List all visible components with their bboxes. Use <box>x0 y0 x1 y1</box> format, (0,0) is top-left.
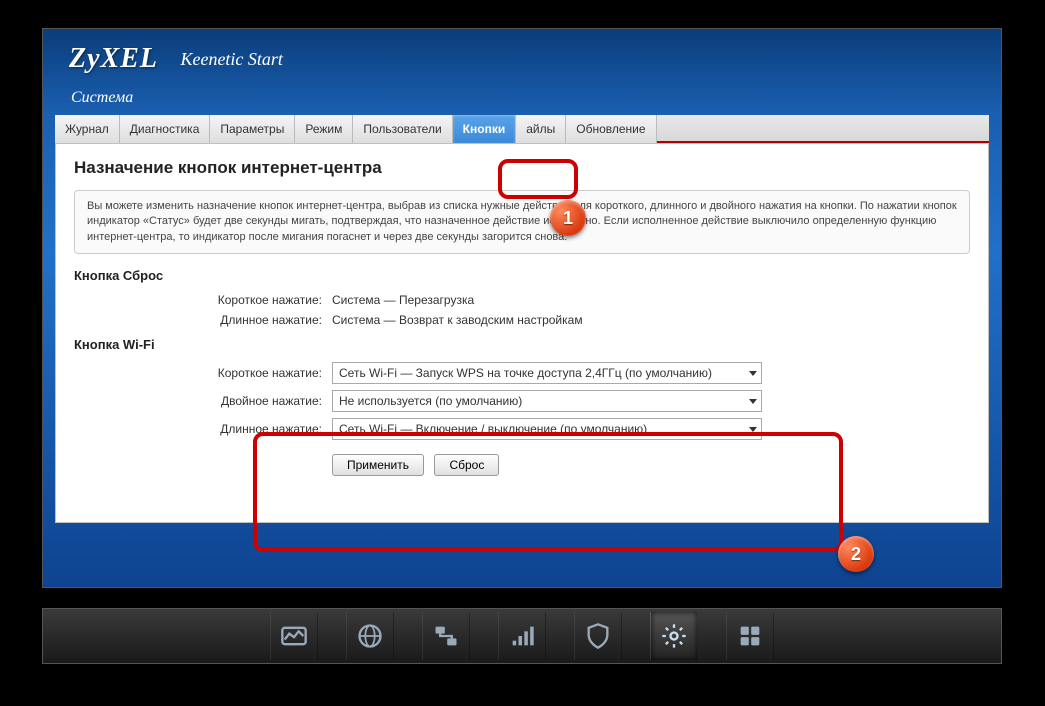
tab-diagnostics[interactable]: Диагностика <box>120 115 211 143</box>
tab-buttons[interactable]: Кнопки <box>453 115 517 143</box>
info-box: Вы можете изменить назначение кнопок инт… <box>74 190 970 254</box>
reset-section-heading: Кнопка Сброс <box>74 268 970 283</box>
wifi-short-value: Сеть Wi-Fi — Запуск WPS на точке доступа… <box>339 366 712 380</box>
reset-button[interactable]: Сброс <box>434 454 499 476</box>
nav-network-icon[interactable] <box>422 612 470 660</box>
model-name: Keenetic Start <box>180 49 282 70</box>
wifi-long-value: Сеть Wi-Fi — Включение / выключение (по … <box>339 422 647 436</box>
tab-update[interactable]: Обновление <box>566 115 656 143</box>
wifi-double-value: Не используется (по умолчанию) <box>339 394 522 408</box>
wifi-short-select[interactable]: Сеть Wi-Fi — Запуск WPS на точке доступа… <box>332 362 762 384</box>
brand-logo: ZyXEL <box>69 43 158 75</box>
apply-button[interactable]: Применить <box>332 454 424 476</box>
tab-parameters[interactable]: Параметры <box>210 115 295 143</box>
tabs-row: Журнал Диагностика Параметры Режим Польз… <box>55 115 989 143</box>
annotation-marker-1: 1 <box>550 200 586 236</box>
reset-short-value: Система — Перезагрузка <box>332 293 970 307</box>
annotation-marker-2: 2 <box>838 536 874 572</box>
wifi-long-select[interactable]: Сеть Wi-Fi — Включение / выключение (по … <box>332 418 762 440</box>
page-title: Назначение кнопок интернет-центра <box>74 158 970 178</box>
tab-files[interactable]: айлы <box>516 115 566 143</box>
nav-gear-icon[interactable] <box>650 612 698 660</box>
nav-shield-icon[interactable] <box>574 612 622 660</box>
caret-down-icon <box>749 399 757 404</box>
wifi-short-label: Короткое нажатие: <box>74 366 324 380</box>
tab-journal[interactable]: Журнал <box>55 115 120 143</box>
reset-short-label: Короткое нажатие: <box>74 293 324 307</box>
nav-wifi-icon[interactable] <box>498 612 546 660</box>
wifi-section-heading: Кнопка Wi-Fi <box>74 337 970 352</box>
bottom-nav <box>42 608 1002 664</box>
wifi-double-label: Двойное нажатие: <box>74 394 324 408</box>
wifi-double-select[interactable]: Не используется (по умолчанию) <box>332 390 762 412</box>
nav-apps-icon[interactable] <box>726 612 774 660</box>
caret-down-icon <box>749 427 757 432</box>
section-breadcrumb: Система <box>43 83 1001 115</box>
tab-mode[interactable]: Режим <box>295 115 353 143</box>
reset-long-value: Система — Возврат к заводским настройкам <box>332 313 970 327</box>
wifi-long-label: Длинное нажатие: <box>74 422 324 436</box>
content-panel: Назначение кнопок интернет-центра Вы мож… <box>55 143 989 523</box>
nav-monitor-icon[interactable] <box>270 612 318 660</box>
reset-long-label: Длинное нажатие: <box>74 313 324 327</box>
tab-users[interactable]: Пользователи <box>353 115 452 143</box>
caret-down-icon <box>749 371 757 376</box>
nav-globe-icon[interactable] <box>346 612 394 660</box>
